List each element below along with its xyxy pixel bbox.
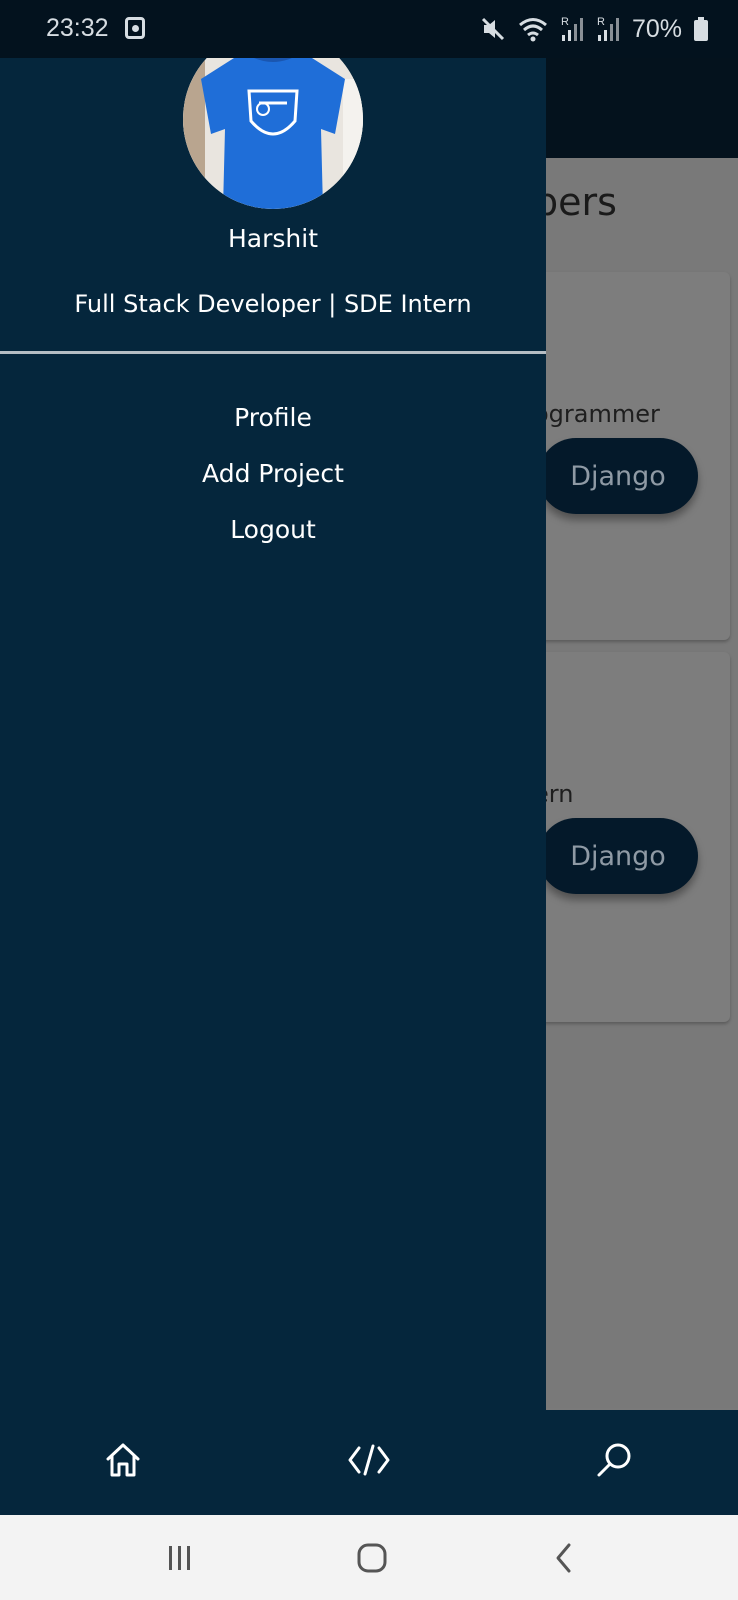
home-circle-icon [357, 1543, 387, 1573]
system-navigation-bar [0, 1515, 738, 1600]
navigation-drawer: Harshit Full Stack Developer | SDE Inter… [0, 29, 546, 1410]
recent-apps-icon [169, 1546, 190, 1570]
alarm-icon [125, 17, 145, 39]
battery-percent: 70% [631, 14, 682, 43]
svg-text:R: R [597, 16, 605, 28]
code-icon [348, 1444, 390, 1476]
menu-item-profile[interactable]: Profile [0, 390, 546, 446]
tag-pill[interactable]: Django [538, 438, 698, 514]
bottom-navigation [0, 1410, 738, 1515]
signal-icon: R [597, 16, 619, 41]
home-icon [106, 1443, 140, 1477]
nav-search-button[interactable] [586, 1432, 642, 1488]
signal-icon: R [561, 16, 583, 41]
nav-home-button[interactable] [95, 1432, 151, 1488]
status-bar: 23:32 R R 70% [0, 0, 738, 58]
page-title: pers [534, 180, 617, 224]
battery-icon [694, 17, 708, 41]
search-icon [597, 1443, 631, 1477]
recent-apps-button[interactable] [155, 1535, 205, 1581]
svg-text:R: R [561, 16, 569, 28]
user-name: Harshit [227, 224, 318, 253]
menu-item-add-project[interactable]: Add Project [0, 446, 546, 502]
status-icons: R R 70% [480, 14, 708, 44]
card-role: ogrammer [534, 400, 660, 428]
back-icon [556, 1543, 571, 1573]
back-button[interactable] [539, 1535, 589, 1581]
system-home-button[interactable] [347, 1535, 397, 1581]
tag-pill[interactable]: Django [538, 818, 698, 894]
mute-icon [481, 17, 505, 41]
divider [0, 351, 546, 354]
menu-item-logout[interactable]: Logout [0, 502, 546, 558]
drawer-menu: Profile Add Project Logout [0, 390, 546, 558]
wifi-icon [518, 18, 547, 42]
nav-code-button[interactable] [341, 1432, 397, 1488]
status-time: 23:32 [46, 14, 109, 42]
user-role: Full Stack Developer | SDE Intern [74, 290, 472, 318]
